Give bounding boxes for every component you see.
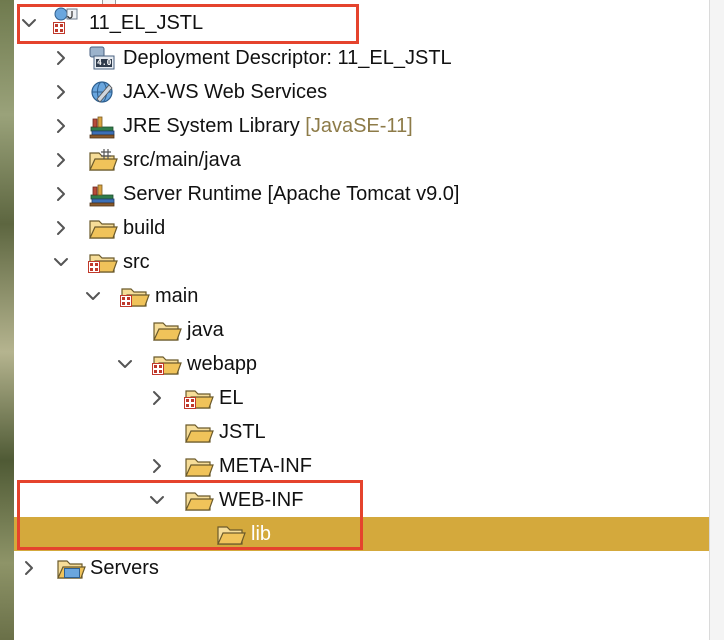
- folder-icon: [184, 453, 214, 479]
- chevron-right-icon[interactable]: [52, 185, 70, 203]
- tree-item-label: src: [123, 251, 150, 273]
- dd-version-badge: 4.0: [97, 58, 112, 67]
- chevron-right-icon[interactable]: [20, 559, 38, 577]
- tree-item-label: JSTL: [219, 421, 266, 443]
- folder-icon: [88, 249, 118, 275]
- tree-item-label: src/main/java: [123, 149, 241, 171]
- deployment-descriptor-icon: 4.0: [88, 45, 118, 71]
- tree-item-deployment-descriptor[interactable]: 4.0 Deployment Descriptor: 11_EL_JSTL: [14, 41, 709, 75]
- tree-item-label: Servers: [90, 557, 159, 579]
- folder-icon: [152, 351, 182, 377]
- tree-item-label-group: JRE System Library [JavaSE-11]: [123, 114, 413, 138]
- tree-item-label: build: [123, 217, 166, 239]
- chevron-down-icon[interactable]: [84, 287, 102, 305]
- folder-icon: [88, 215, 118, 241]
- servers-folder-icon: [56, 555, 86, 581]
- tree-item-meta-inf[interactable]: META-INF: [14, 449, 709, 483]
- scrollbar-track[interactable]: [709, 0, 724, 640]
- chevron-right-icon[interactable]: [52, 83, 70, 101]
- tree-item-jre-library[interactable]: JRE System Library [JavaSE-11]: [14, 109, 709, 143]
- jre-version-decoration: [JavaSE-11]: [305, 115, 413, 137]
- chevron-right-icon[interactable]: [52, 219, 70, 237]
- tree-item-main[interactable]: main: [14, 279, 709, 313]
- tree-item-jaxws[interactable]: JAX-WS Web Services: [14, 75, 709, 109]
- tree-item-label: java: [187, 319, 224, 341]
- tree-item-label: EL: [219, 387, 244, 409]
- background-strip: [0, 0, 14, 640]
- tree-item-label: webapp: [187, 353, 258, 375]
- tree-item-el[interactable]: EL: [14, 381, 709, 415]
- annotation-box-project: [17, 4, 359, 44]
- chevron-right-icon[interactable]: [52, 117, 70, 135]
- library-icon: [88, 181, 118, 207]
- annotation-box-web-inf-lib: [17, 480, 363, 550]
- tree-item-label: JAX-WS Web Services: [123, 81, 328, 103]
- tree-item-src-main-java[interactable]: src/main/java: [14, 143, 709, 177]
- library-icon: [88, 113, 118, 139]
- tree-item-label: META-INF: [219, 455, 312, 477]
- folder-icon: [152, 317, 182, 343]
- chevron-right-icon[interactable]: [148, 457, 166, 475]
- chevron-right-icon[interactable]: [52, 151, 70, 169]
- tree-item-webapp[interactable]: webapp: [14, 347, 709, 381]
- folder-icon: [184, 419, 214, 445]
- chevron-right-icon[interactable]: [52, 49, 70, 67]
- tree-item-label: Server Runtime [Apache Tomcat v9.0]: [123, 183, 460, 205]
- tree-item-label: Deployment Descriptor: 11_EL_JSTL: [123, 47, 452, 69]
- tree-item-servers[interactable]: Servers: [14, 551, 709, 585]
- web-services-icon: [88, 79, 118, 105]
- tree-item-java[interactable]: java: [14, 313, 709, 347]
- tree-item-jstl[interactable]: JSTL: [14, 415, 709, 449]
- source-folder-icon: [88, 147, 118, 173]
- tree-item-build[interactable]: build: [14, 211, 709, 245]
- tree-item-label: JRE System Library: [123, 115, 300, 137]
- folder-icon: [120, 283, 150, 309]
- project-explorer-tree: 11_EL_JSTL 4.0 Deployment Descriptor: 11…: [14, 0, 709, 640]
- chevron-down-icon[interactable]: [52, 253, 70, 271]
- chevron-right-icon[interactable]: [148, 389, 166, 407]
- tree-item-src[interactable]: src: [14, 245, 709, 279]
- tree-item-server-runtime[interactable]: Server Runtime [Apache Tomcat v9.0]: [14, 177, 709, 211]
- tree-item-label: main: [155, 285, 199, 307]
- folder-icon: [184, 385, 214, 411]
- chevron-down-icon[interactable]: [116, 355, 134, 373]
